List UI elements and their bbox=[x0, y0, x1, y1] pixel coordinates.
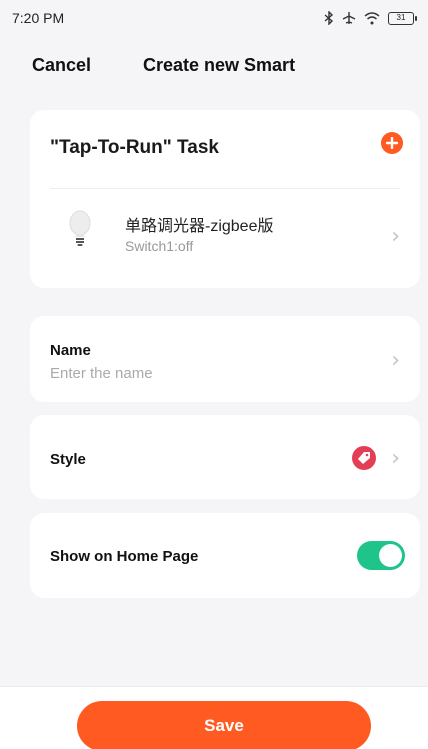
device-status: Switch1:off bbox=[125, 238, 194, 254]
plus-circle-icon bbox=[386, 137, 398, 149]
page-title: Create new Smart bbox=[143, 54, 296, 75]
divider bbox=[50, 188, 400, 189]
status-icons: 31 bbox=[324, 11, 417, 25]
task-title: "Tap-To-Run" Task bbox=[50, 137, 219, 158]
task-card: "Tap-To-Run" Task 单路调光器-zigbee版 Switch1:… bbox=[30, 110, 420, 288]
name-field-row[interactable]: Name Enter the name › bbox=[30, 316, 420, 402]
battery-icon: 31 bbox=[388, 11, 417, 25]
wifi-icon bbox=[364, 11, 380, 24]
lightbulb-icon bbox=[69, 210, 91, 246]
status-bar: 7:20 PM 31 bbox=[0, 0, 428, 36]
footer: Save bbox=[0, 686, 428, 749]
save-button[interactable]: Save bbox=[77, 701, 371, 749]
style-field-row[interactable]: Style › bbox=[30, 415, 420, 499]
home-page-label: Show on Home Page bbox=[50, 548, 199, 565]
device-row[interactable]: 单路调光器-zigbee版 Switch1:off › bbox=[30, 200, 420, 280]
chevron-right-icon: › bbox=[391, 224, 400, 249]
device-name: 单路调光器-zigbee版 bbox=[125, 218, 274, 235]
home-page-row: Show on Home Page bbox=[30, 513, 420, 598]
chevron-right-icon: › bbox=[391, 348, 400, 373]
style-label: Style bbox=[50, 451, 86, 468]
name-label: Name bbox=[50, 342, 91, 359]
status-time: 7:20 PM bbox=[12, 10, 65, 26]
battery-level: 31 bbox=[396, 12, 406, 22]
tag-icon bbox=[352, 446, 376, 470]
toggle-knob bbox=[379, 544, 402, 567]
cancel-button[interactable]: Cancel bbox=[32, 55, 91, 76]
airplane-icon bbox=[342, 12, 356, 24]
nav-bar: Cancel Create new Smart bbox=[0, 50, 428, 80]
bluetooth-icon bbox=[324, 11, 334, 25]
chevron-right-icon: › bbox=[391, 446, 400, 471]
add-task-button[interactable] bbox=[381, 132, 403, 154]
home-page-toggle[interactable] bbox=[357, 541, 405, 570]
name-placeholder: Enter the name bbox=[50, 365, 153, 382]
